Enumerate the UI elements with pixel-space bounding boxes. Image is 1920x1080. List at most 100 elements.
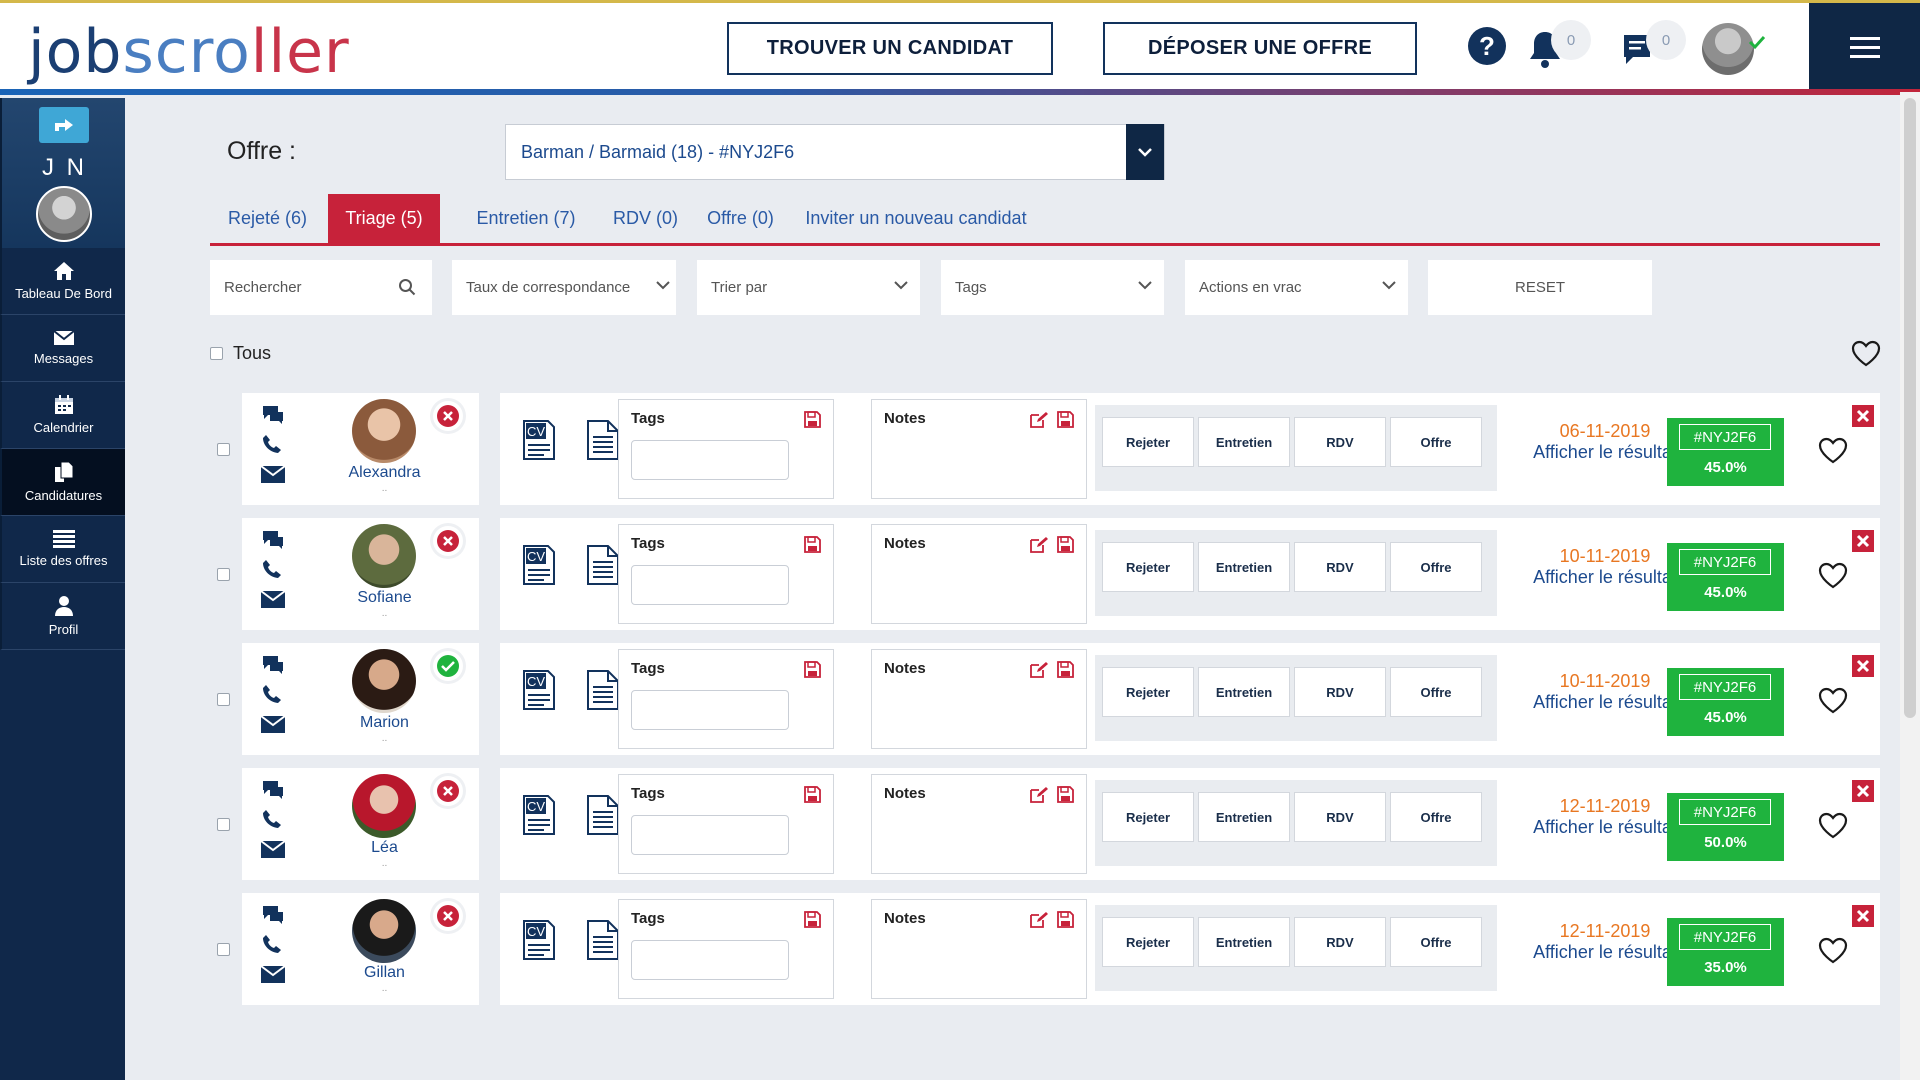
- candidate-name[interactable]: Marion: [312, 714, 457, 732]
- cv-icon[interactable]: CV: [522, 794, 556, 836]
- match-score-badge[interactable]: #NYJ2F6 35.0%: [1667, 918, 1784, 986]
- reset-button[interactable]: RESET: [1428, 260, 1652, 315]
- row-checkbox[interactable]: [217, 943, 230, 956]
- row-checkbox[interactable]: [217, 818, 230, 831]
- tab-invite-candidate[interactable]: Inviter un nouveau candidat: [796, 194, 1036, 243]
- save-icon[interactable]: [804, 661, 821, 678]
- document-icon[interactable]: [586, 919, 620, 961]
- sidebar-item-applications[interactable]: Candidatures: [0, 449, 125, 516]
- remove-candidate-icon[interactable]: [1852, 405, 1874, 427]
- chat-icon[interactable]: [260, 653, 286, 675]
- match-score-badge[interactable]: #NYJ2F6 45.0%: [1667, 668, 1784, 736]
- edit-icon[interactable]: [1030, 411, 1048, 428]
- tags-input[interactable]: [631, 690, 789, 730]
- interview-button[interactable]: Entretien: [1198, 542, 1290, 592]
- show-result-link[interactable]: Afficher le résultat: [1530, 568, 1680, 586]
- sidebar-item-calendar[interactable]: Calendrier: [0, 382, 125, 449]
- heart-icon[interactable]: [1818, 812, 1848, 839]
- sidebar-item-dashboard[interactable]: Tableau De Bord: [0, 248, 125, 315]
- save-icon[interactable]: [1057, 536, 1074, 553]
- candidate-name[interactable]: Léa: [312, 839, 457, 857]
- phone-icon[interactable]: [260, 683, 286, 705]
- user-avatar[interactable]: [1702, 23, 1754, 75]
- tab-rdv[interactable]: RDV (0): [603, 194, 688, 243]
- show-result-link[interactable]: Afficher le résultat: [1530, 443, 1680, 461]
- post-offer-button[interactable]: DÉPOSER UNE OFFRE: [1103, 22, 1417, 75]
- select-all-checkbox[interactable]: [210, 347, 223, 360]
- find-candidate-button[interactable]: TROUVER UN CANDIDAT: [727, 22, 1053, 75]
- jobscroller-logo[interactable]: jobscroller: [28, 17, 350, 87]
- document-icon[interactable]: [586, 794, 620, 836]
- rdv-button[interactable]: RDV: [1294, 417, 1386, 467]
- tab-rejected[interactable]: Rejeté (6): [210, 194, 325, 243]
- candidate-avatar[interactable]: [352, 899, 416, 963]
- match-score-badge[interactable]: #NYJ2F6 45.0%: [1667, 543, 1784, 611]
- candidate-avatar[interactable]: [352, 774, 416, 838]
- share-icon[interactable]: [39, 107, 89, 143]
- document-icon[interactable]: [586, 544, 620, 586]
- sidebar-item-profile[interactable]: Profil: [0, 583, 125, 650]
- edit-icon[interactable]: [1030, 786, 1048, 803]
- chat-icon[interactable]: [260, 528, 286, 550]
- offer-button[interactable]: Offre: [1390, 542, 1482, 592]
- save-icon[interactable]: [804, 536, 821, 553]
- row-checkbox[interactable]: [217, 568, 230, 581]
- envelope-icon[interactable]: [260, 463, 286, 485]
- envelope-icon[interactable]: [260, 713, 286, 735]
- scrollbar-thumb[interactable]: [1904, 98, 1916, 718]
- sidebar-item-offers-list[interactable]: Liste des offres: [0, 516, 125, 583]
- bulk-actions-dropdown[interactable]: Actions en vrac: [1185, 260, 1408, 315]
- candidate-name[interactable]: Gillan: [312, 964, 457, 982]
- rejected-status-icon[interactable]: [433, 901, 463, 931]
- rejected-status-icon[interactable]: [433, 776, 463, 806]
- candidate-avatar[interactable]: [352, 399, 416, 463]
- search-filter[interactable]: Rechercher: [210, 260, 432, 315]
- document-icon[interactable]: [586, 419, 620, 461]
- rdv-button[interactable]: RDV: [1294, 792, 1386, 842]
- candidate-name[interactable]: Sofiane: [312, 589, 457, 607]
- envelope-icon[interactable]: [260, 588, 286, 610]
- sidebar-item-messages[interactable]: Messages: [0, 315, 125, 382]
- rejected-status-icon[interactable]: [433, 401, 463, 431]
- remove-candidate-icon[interactable]: [1852, 905, 1874, 927]
- accepted-status-icon[interactable]: [433, 651, 463, 681]
- cv-icon[interactable]: CV: [522, 919, 556, 961]
- show-result-link[interactable]: Afficher le résultat: [1530, 818, 1680, 836]
- chevron-down-icon[interactable]: [1126, 124, 1164, 180]
- offer-button[interactable]: Offre: [1390, 917, 1482, 967]
- help-icon[interactable]: ?: [1466, 25, 1508, 67]
- rejected-status-icon[interactable]: [433, 526, 463, 556]
- chat-icon[interactable]: [260, 903, 286, 925]
- reject-button[interactable]: Rejeter: [1102, 542, 1194, 592]
- interview-button[interactable]: Entretien: [1198, 917, 1290, 967]
- tab-offer[interactable]: Offre (0): [693, 194, 788, 243]
- sidebar-avatar[interactable]: [36, 186, 92, 242]
- cv-icon[interactable]: CV: [522, 669, 556, 711]
- reject-button[interactable]: Rejeter: [1102, 667, 1194, 717]
- vertical-scrollbar[interactable]: [1900, 92, 1920, 1080]
- offer-select[interactable]: Barman / Barmaid (18) - #NYJ2F6: [505, 124, 1165, 180]
- cv-icon[interactable]: CV: [522, 544, 556, 586]
- rdv-button[interactable]: RDV: [1294, 917, 1386, 967]
- save-icon[interactable]: [1057, 911, 1074, 928]
- save-icon[interactable]: [804, 411, 821, 428]
- show-result-link[interactable]: Afficher le résultat: [1530, 693, 1680, 711]
- sort-dropdown[interactable]: Trier par: [697, 260, 920, 315]
- save-icon[interactable]: [804, 786, 821, 803]
- heart-icon[interactable]: [1818, 562, 1848, 589]
- reject-button[interactable]: Rejeter: [1102, 792, 1194, 842]
- tags-input[interactable]: [631, 565, 789, 605]
- candidate-avatar[interactable]: [352, 649, 416, 713]
- edit-icon[interactable]: [1030, 536, 1048, 553]
- tab-interview[interactable]: Entretien (7): [450, 194, 602, 243]
- save-icon[interactable]: [1057, 411, 1074, 428]
- rdv-button[interactable]: RDV: [1294, 667, 1386, 717]
- edit-icon[interactable]: [1030, 911, 1048, 928]
- row-checkbox[interactable]: [217, 693, 230, 706]
- reject-button[interactable]: Rejeter: [1102, 917, 1194, 967]
- heart-icon[interactable]: [1818, 437, 1848, 464]
- interview-button[interactable]: Entretien: [1198, 792, 1290, 842]
- heart-icon[interactable]: [1818, 937, 1848, 964]
- tags-input[interactable]: [631, 815, 789, 855]
- candidate-avatar[interactable]: [352, 524, 416, 588]
